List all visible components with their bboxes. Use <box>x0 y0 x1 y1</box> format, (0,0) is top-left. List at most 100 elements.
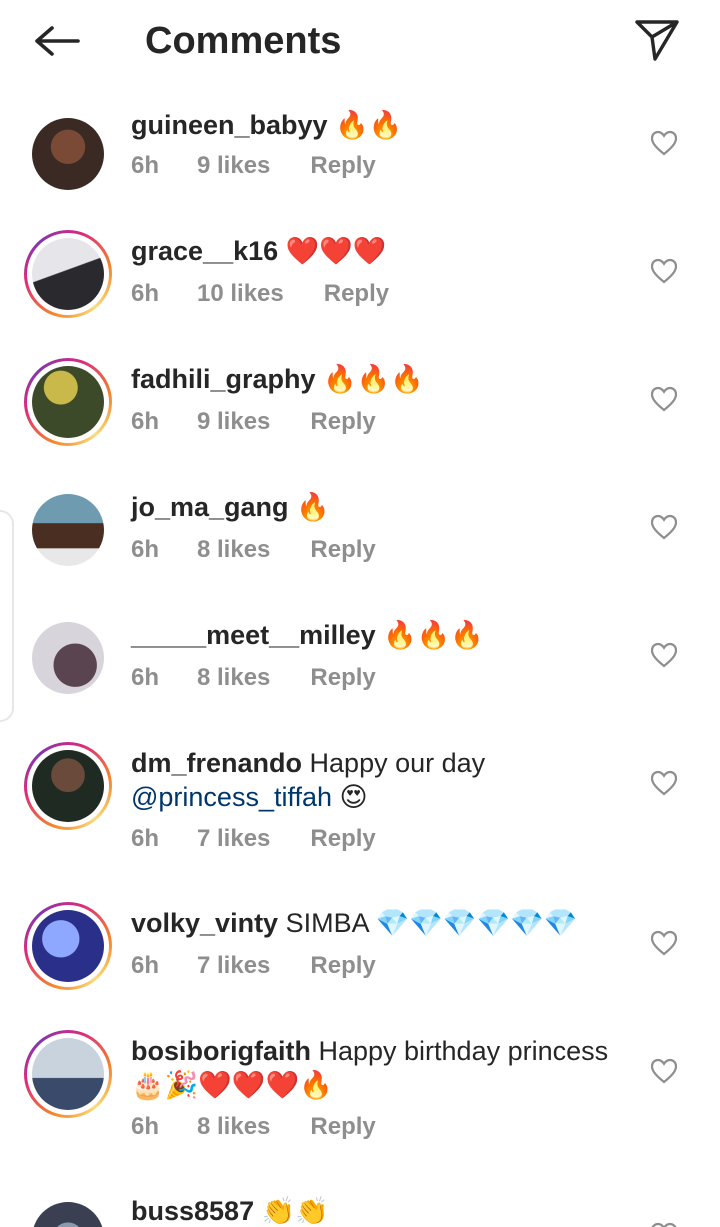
comment-text: volky_vinty SIMBA 💎💎💎💎💎💎 <box>131 906 631 940</box>
comment-likes[interactable]: 8 likes <box>197 536 270 564</box>
paper-plane-icon <box>635 20 679 61</box>
comment-emoji: 😍 <box>332 782 368 812</box>
avatar-image <box>32 238 104 310</box>
avatar[interactable] <box>24 486 112 574</box>
avatar-image <box>32 750 104 822</box>
comment-meta: 6h 9 likes Reply <box>131 152 376 180</box>
heart-icon <box>651 1222 677 1227</box>
comment-likes[interactable]: 8 likes <box>197 664 270 692</box>
comment-body: 🔥🔥 <box>327 110 403 140</box>
avatar-image <box>32 118 104 190</box>
heart-icon <box>650 514 678 540</box>
comment-meta: 6h 9 likes Reply <box>131 408 376 436</box>
comment-text: dm_frenando Happy our day @princess_tiffa… <box>131 746 631 814</box>
reply-button[interactable]: Reply <box>310 664 375 692</box>
comment-username[interactable]: buss8587 <box>131 1196 254 1226</box>
like-button[interactable] <box>648 1219 680 1227</box>
share-button[interactable] <box>630 14 684 66</box>
avatar[interactable] <box>24 902 112 990</box>
comment-meta: 6h 8 likes Reply <box>131 664 376 692</box>
avatar[interactable] <box>24 1194 112 1227</box>
heart-icon <box>650 770 678 796</box>
comment-username[interactable]: fadhili_graphy <box>131 364 316 394</box>
comment-text: guineen_babyy 🔥🔥 <box>131 108 631 142</box>
reply-button[interactable]: Reply <box>310 152 375 180</box>
avatar[interactable] <box>24 358 112 446</box>
heart-icon <box>650 130 678 156</box>
back-button[interactable] <box>28 18 84 64</box>
avatar[interactable] <box>24 1030 112 1118</box>
comment-likes[interactable]: 7 likes <box>197 952 270 980</box>
comment-body: 🔥🔥🔥 <box>375 620 485 650</box>
comment-username[interactable]: bosiborigfaith <box>131 1036 311 1066</box>
comment-likes[interactable]: 10 likes <box>197 280 284 308</box>
heart-icon <box>650 258 678 284</box>
avatar-image <box>32 1038 104 1110</box>
like-button[interactable] <box>648 767 680 799</box>
comment-body: 🔥 <box>288 492 330 522</box>
avatar-image <box>32 622 104 694</box>
comment-time: 6h <box>131 952 160 979</box>
comment-username[interactable]: volky_vinty <box>131 908 278 938</box>
comment-username[interactable]: jo_ma_gang <box>131 492 289 522</box>
heart-icon <box>650 1058 678 1084</box>
like-button[interactable] <box>648 927 680 959</box>
comment-time: 6h <box>131 280 160 307</box>
avatar[interactable] <box>24 742 112 830</box>
header-bar: Comments <box>0 0 720 82</box>
reply-button[interactable]: Reply <box>310 952 375 980</box>
comment-likes[interactable]: 9 likes <box>197 152 270 180</box>
comment-body: ❤️❤️❤️ <box>278 236 387 266</box>
comment-time: 6h <box>131 408 160 435</box>
comment-time: 6h <box>131 664 160 691</box>
reply-button[interactable]: Reply <box>310 408 375 436</box>
comment-likes[interactable]: 8 likes <box>197 1113 270 1141</box>
like-button[interactable] <box>648 127 680 159</box>
comment-meta: 6h 7 likes Reply <box>131 825 376 853</box>
reply-button[interactable]: Reply <box>310 536 375 564</box>
heart-icon <box>650 642 678 668</box>
avatar-image <box>32 366 104 438</box>
comment-meta: 6h 7 likes Reply <box>131 952 376 980</box>
like-button[interactable] <box>648 383 680 415</box>
like-button[interactable] <box>648 511 680 543</box>
avatar-image <box>32 910 104 982</box>
heart-icon <box>650 386 678 412</box>
comment-body: 👏👏 <box>254 1196 329 1226</box>
heart-icon <box>650 930 678 956</box>
arrow-left-icon <box>35 26 80 56</box>
comment-username[interactable]: dm_frenando <box>131 748 302 778</box>
page-title: Comments <box>145 20 342 62</box>
avatar[interactable] <box>24 614 112 702</box>
comment-body: 🔥🔥🔥 <box>315 364 424 394</box>
comment-text: grace__k16 ❤️❤️❤️ <box>131 234 631 268</box>
comment-username[interactable]: _____meet__milley <box>131 620 376 650</box>
comment-meta: 6h 8 likes Reply <box>131 536 376 564</box>
comment-time: 6h <box>131 536 160 563</box>
avatar-image <box>32 1202 104 1227</box>
comment-text: fadhili_graphy 🔥🔥🔥 <box>131 362 631 396</box>
comment-body: SIMBA 💎💎💎💎💎💎 <box>278 908 578 938</box>
avatar[interactable] <box>24 230 112 318</box>
like-button[interactable] <box>648 639 680 671</box>
comment-likes[interactable]: 7 likes <box>197 825 270 853</box>
avatar-image <box>32 494 104 566</box>
comment-time: 6h <box>131 1113 160 1140</box>
comments-list: guineen_babyy 🔥🔥 6h 9 likes Reply grace_… <box>0 82 720 1227</box>
comment-meta: 6h 10 likes Reply <box>131 280 389 308</box>
comment-mention[interactable]: @princess_tiffah <box>131 782 332 812</box>
comment-likes[interactable]: 9 likes <box>197 408 270 436</box>
like-button[interactable] <box>648 255 680 287</box>
comment-time: 6h <box>131 825 160 852</box>
comment-text: bosiborigfaith Happy birthday princess 🎂… <box>131 1034 631 1102</box>
reply-button[interactable]: Reply <box>310 1113 375 1141</box>
comment-username[interactable]: guineen_babyy <box>131 110 328 140</box>
avatar[interactable] <box>24 110 112 198</box>
reply-button[interactable]: Reply <box>324 280 389 308</box>
like-button[interactable] <box>648 1055 680 1087</box>
reply-button[interactable]: Reply <box>310 825 375 853</box>
comment-username[interactable]: grace__k16 <box>131 236 278 266</box>
comment-body: Happy our day <box>302 748 486 778</box>
comment-meta: 6h 8 likes Reply <box>131 1113 376 1141</box>
comment-time: 6h <box>131 152 160 179</box>
